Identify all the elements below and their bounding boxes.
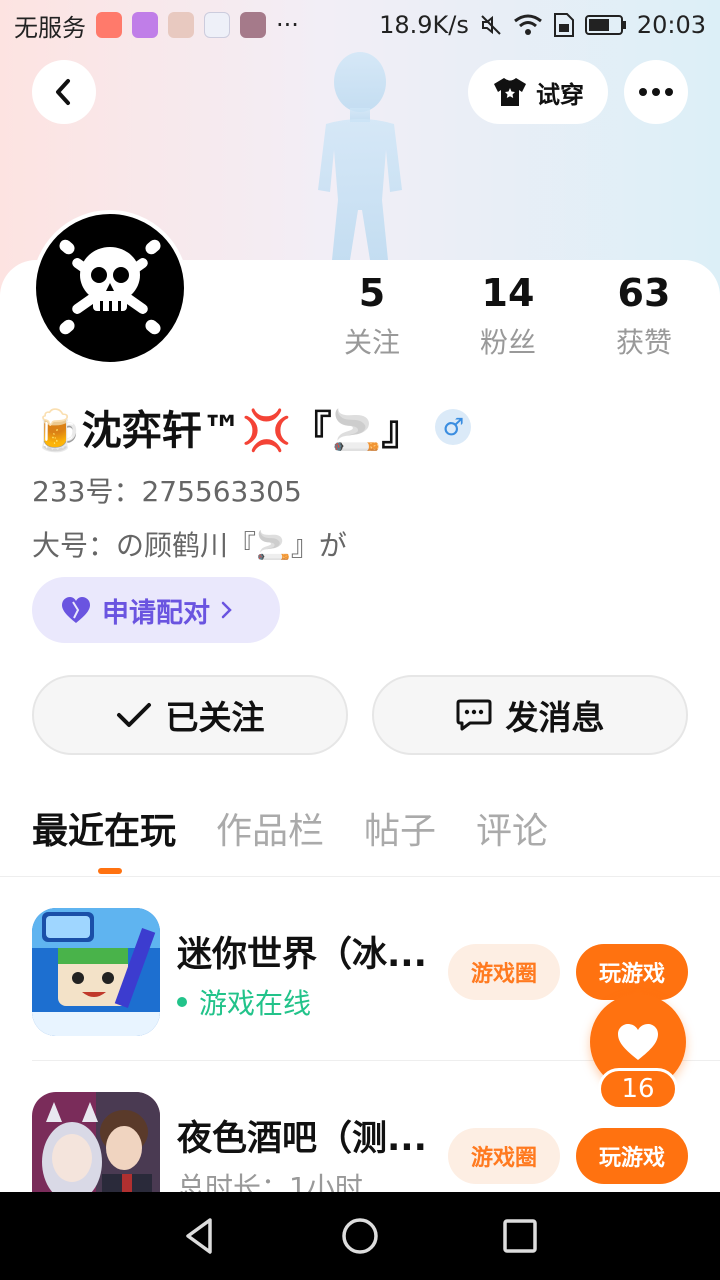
avatar[interactable]: [32, 210, 188, 366]
game-status-text: 游戏在线: [199, 987, 312, 1020]
request-pair-button[interactable]: 申请配对: [32, 577, 280, 643]
heart-icon: [62, 597, 90, 623]
stat-likes[interactable]: 63 获赞: [576, 268, 712, 368]
send-message-button[interactable]: 发消息: [372, 675, 688, 755]
stat-value: 63: [617, 271, 671, 315]
chevron-left-icon: [56, 79, 70, 105]
stat-followers[interactable]: 14 粉丝: [440, 268, 576, 368]
stat-label: 粉丝: [479, 326, 536, 359]
chevron-right-icon: [221, 601, 232, 619]
following-label: 已关注: [165, 698, 265, 737]
active-tab-indicator: [98, 868, 122, 874]
clock-text: 20:03: [636, 11, 706, 39]
stat-following[interactable]: 5 关注: [304, 268, 440, 368]
tab-recently-played[interactable]: 最近在玩: [32, 806, 176, 858]
try-on-label: 试穿: [536, 80, 584, 109]
battery-icon: [584, 15, 626, 35]
play-game-button[interactable]: 玩游戏: [576, 1128, 688, 1184]
gender-male-icon: ♂: [435, 409, 472, 445]
gallery-app-icon: [132, 12, 158, 38]
heart-icon: [618, 1024, 658, 1060]
net-speed-text: 18.9K/s: [379, 11, 469, 39]
stat-value: 14: [481, 271, 535, 315]
more-dots-icon: [639, 88, 673, 96]
nickname-row: 🍺沈弈轩™💢『🚬』 ♂: [32, 398, 472, 456]
online-dot-icon: [177, 997, 187, 1007]
tabs-divider: [0, 876, 720, 877]
tshirt-icon: [494, 78, 526, 106]
mail-app-icon: [96, 12, 122, 38]
like-count-badge: 16: [598, 1068, 678, 1110]
game-icon-mini-world: [32, 908, 160, 1036]
baidu-app-icon: [204, 12, 230, 38]
anime-app-icon: [168, 12, 194, 38]
more-notifications-icon: ···: [276, 11, 299, 39]
system-navigation-bar: [0, 1192, 720, 1280]
mute-icon: [481, 15, 501, 35]
try-on-button[interactable]: 试穿: [468, 60, 608, 124]
game-name: 迷你世界（冰...: [177, 935, 427, 975]
checkmark-icon: [116, 703, 151, 727]
profile-tabs: 最近在玩 作品栏 帖子 评论: [32, 806, 548, 858]
request-pair-label: 申请配对: [102, 597, 210, 629]
tab-posts[interactable]: 帖子: [364, 806, 436, 858]
wifi-icon: [513, 14, 542, 35]
skull-crossbones-icon: [59, 239, 161, 335]
send-message-label: 发消息: [505, 698, 605, 737]
nickname: 🍺沈弈轩™💢『🚬』: [32, 408, 422, 454]
profile-stats: 5 关注 14 粉丝 63 获赞: [304, 268, 712, 368]
tab-comments[interactable]: 评论: [476, 806, 548, 858]
game-circle-button[interactable]: 游戏圈: [448, 944, 560, 1000]
game-name: 夜色酒吧（测...: [177, 1119, 427, 1159]
stat-value: 5: [358, 271, 386, 315]
alt-account: 大号：の顾鹤川『🚬』が: [32, 529, 347, 562]
back-button[interactable]: [32, 60, 96, 124]
tab-works[interactable]: 作品栏: [216, 806, 324, 858]
user-id: 233号：275563305: [32, 475, 302, 508]
game-status: 游戏在线: [177, 982, 311, 1022]
stat-label: 获赞: [615, 326, 672, 359]
chat-bubble-icon: [456, 699, 491, 731]
more-options-button[interactable]: [624, 60, 688, 124]
avatar-3d-figure: [318, 52, 402, 260]
play-game-button[interactable]: 玩游戏: [576, 944, 688, 1000]
following-button[interactable]: 已关注: [32, 675, 348, 755]
home-circle-icon[interactable]: [340, 1216, 380, 1256]
stat-label: 关注: [343, 326, 400, 359]
status-bar: 无服务 ··· 18.9K/s 20:03: [0, 0, 720, 50]
recent-apps-square-icon[interactable]: [500, 1216, 540, 1256]
back-triangle-icon[interactable]: [180, 1216, 220, 1256]
game-app-icon: [240, 12, 266, 38]
game-circle-button[interactable]: 游戏圈: [448, 1128, 560, 1184]
carrier-text: 无服务: [14, 13, 86, 42]
sim-icon: [553, 13, 574, 37]
